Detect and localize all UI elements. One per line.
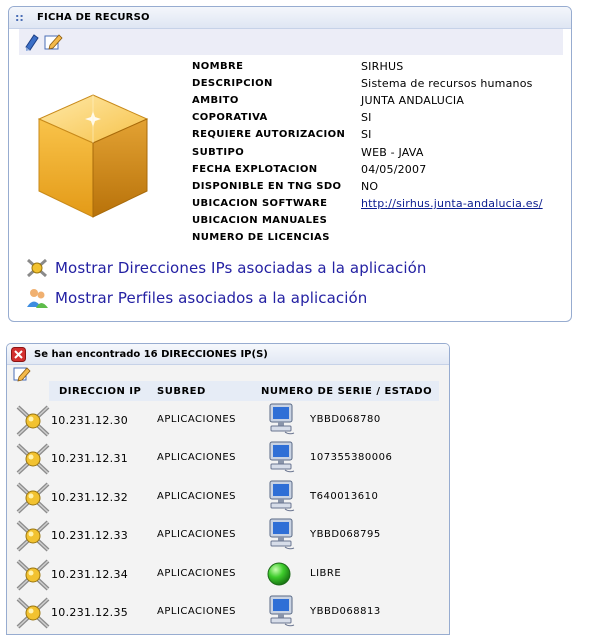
field-value: 04/05/2007 xyxy=(361,163,427,176)
panel-grip-icon[interactable]: :: xyxy=(15,11,31,24)
serial-status: 107355380006 xyxy=(310,452,393,463)
col-header-subnet[interactable]: SUBRED xyxy=(157,386,206,397)
software-location-link[interactable]: http://sirhus.junta-andalucia.es/ xyxy=(361,197,543,210)
ip-address: 10.231.12.30 xyxy=(51,414,129,427)
close-icon[interactable] xyxy=(11,346,26,362)
serial-status: T640013610 xyxy=(310,491,379,502)
resource-panel-title: FICHA DE RECURSO xyxy=(37,12,150,23)
field-label: NOMBRE xyxy=(192,61,244,72)
show-ips-action[interactable]: Mostrar Direcciones IPs asociadas a la a… xyxy=(25,257,427,279)
field-label: NUMERO DE LICENCIAS xyxy=(192,232,330,243)
field-label: UBICACION SOFTWARE xyxy=(192,198,328,209)
network-ip-icon xyxy=(15,404,51,438)
ip-panel-header: Se han encontrado 16 DIRECCIONES IP(S) xyxy=(7,344,449,365)
serial-status: YBBD068813 xyxy=(310,606,381,617)
edit-pencil-icon[interactable] xyxy=(43,32,63,52)
field-label: COPORATIVA xyxy=(192,112,268,123)
ip-panel-title: Se han encontrado 16 DIRECCIONES IP(S) xyxy=(34,348,268,360)
green-light-icon xyxy=(265,556,297,592)
ip-address: 10.231.12.35 xyxy=(51,606,129,619)
computer-icon xyxy=(265,440,297,476)
subnet: APLICACIONES xyxy=(157,452,236,463)
table-row[interactable]: 10.231.12.35 APLICACIONES YBBD068813 xyxy=(7,594,449,630)
show-profiles-action[interactable]: Mostrar Perfiles asociados a la aplicaci… xyxy=(25,287,367,309)
network-ip-icon xyxy=(15,596,51,630)
field-value: NO xyxy=(361,180,379,193)
resource-panel: :: FICHA DE RECURSO NOMBRE SIRHUS DESCRI… xyxy=(8,6,572,322)
resource-panel-header: :: FICHA DE RECURSO xyxy=(9,7,571,29)
computer-icon xyxy=(265,517,297,553)
computer-icon xyxy=(265,594,297,630)
show-ips-label[interactable]: Mostrar Direcciones IPs asociadas a la a… xyxy=(55,259,427,277)
field-value: SI xyxy=(361,111,372,124)
table-row[interactable]: 10.231.12.31 APLICACIONES 107355380006 xyxy=(7,440,449,476)
users-profiles-icon xyxy=(27,289,48,308)
show-profiles-label[interactable]: Mostrar Perfiles asociados a la aplicaci… xyxy=(55,289,367,307)
table-row[interactable]: 10.231.12.32 APLICACIONES T640013610 xyxy=(7,479,449,515)
col-header-ip[interactable]: DIRECCION IP xyxy=(59,386,141,397)
ip-address: 10.231.12.33 xyxy=(51,529,129,542)
network-ip-icon xyxy=(15,558,51,592)
ip-address: 10.231.12.32 xyxy=(51,491,129,504)
field-value: SIRHUS xyxy=(361,60,404,73)
field-value: SI xyxy=(361,128,372,141)
subnet: APLICACIONES xyxy=(157,606,236,617)
ip-address: 10.231.12.34 xyxy=(51,568,129,581)
ip-address: 10.231.12.31 xyxy=(51,452,129,465)
table-row[interactable]: 10.231.12.30 APLICACIONES YBBD068780 xyxy=(7,402,449,438)
resource-cube-icon xyxy=(37,94,149,218)
table-row[interactable]: 10.231.12.34 APLICACIONES LIBRE xyxy=(7,556,449,592)
serial-status: YBBD068795 xyxy=(310,529,381,540)
edit-icon[interactable] xyxy=(13,366,31,382)
field-value: Sistema de recursos humanos xyxy=(361,77,533,90)
subnet: APLICACIONES xyxy=(157,414,236,425)
field-label: FECHA EXPLOTACION xyxy=(192,164,318,175)
field-label: DISPONIBLE EN TNG SDO xyxy=(192,181,342,192)
edit-doc-icon[interactable] xyxy=(23,32,43,52)
computer-icon xyxy=(265,479,297,515)
field-label: SUBTIPO xyxy=(192,147,245,158)
subnet: APLICACIONES xyxy=(157,529,236,540)
field-value: JUNTA ANDALUCIA xyxy=(361,94,465,107)
field-label: UBICACION MANUALES xyxy=(192,215,328,226)
field-label: REQUIERE AUTORIZACION xyxy=(192,129,346,140)
col-header-serial-status[interactable]: NUMERO DE SERIE / ESTADO xyxy=(261,386,432,397)
network-ip-icon xyxy=(15,442,51,476)
field-label: DESCRIPCION xyxy=(192,78,273,89)
network-ip-icon xyxy=(15,519,51,553)
network-ip-icon xyxy=(27,258,47,278)
serial-status: LIBRE xyxy=(310,568,342,579)
field-label: AMBITO xyxy=(192,95,239,106)
network-ip-icon xyxy=(15,481,51,515)
ip-panel: Se han encontrado 16 DIRECCIONES IP(S) D… xyxy=(6,343,450,635)
serial-status: YBBD068780 xyxy=(310,414,381,425)
resource-toolbar xyxy=(19,29,563,55)
computer-icon xyxy=(265,402,297,438)
field-value: WEB - JAVA xyxy=(361,146,424,159)
subnet: APLICACIONES xyxy=(157,568,236,579)
table-row[interactable]: 10.231.12.33 APLICACIONES YBBD068795 xyxy=(7,517,449,553)
subnet: APLICACIONES xyxy=(157,491,236,502)
